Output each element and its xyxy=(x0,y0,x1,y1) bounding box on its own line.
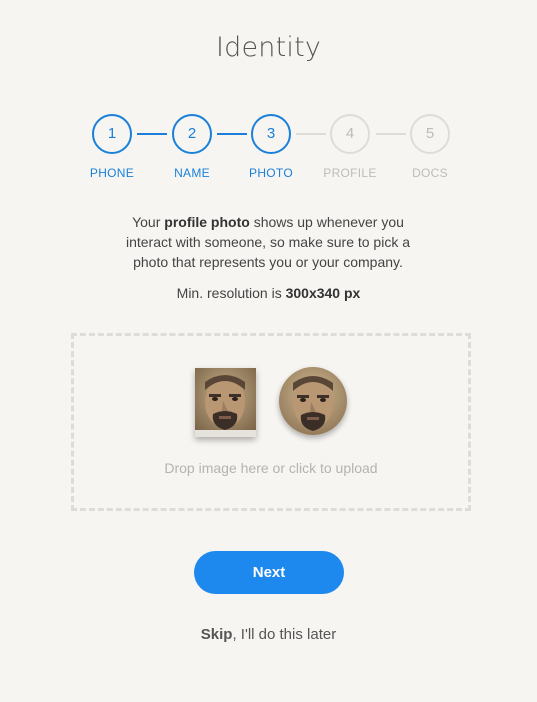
min-resolution-note: Min. resolution is 300x340 px xyxy=(0,285,537,301)
step-label: PHOTO xyxy=(249,166,293,180)
step-number: 1 xyxy=(92,114,132,154)
step-label: NAME xyxy=(174,166,210,180)
skip-link-row: Skip, I'll do this later xyxy=(0,626,537,643)
progress-stepper: 1 PHONE 2 NAME 3 PHOTO 4 PROFILE 5 DOCS xyxy=(0,114,537,184)
portrait-image xyxy=(279,367,347,435)
portrait-image xyxy=(195,368,256,437)
dropzone-text: Drop image here or click to upload xyxy=(164,460,378,476)
step-number: 5 xyxy=(410,114,450,154)
step-name[interactable]: 2 NAME xyxy=(152,114,232,180)
photo-preview-square xyxy=(195,368,256,437)
page-title: Identity xyxy=(215,32,322,63)
step-number: 3 xyxy=(251,114,291,154)
step-label: PHONE xyxy=(89,166,135,180)
description-bold: profile photo xyxy=(164,214,250,230)
next-button[interactable]: Next xyxy=(194,551,344,594)
skip-link[interactable]: Skip xyxy=(201,626,233,643)
skip-text: , I'll do this later xyxy=(232,626,337,643)
min-resolution-prefix: Min. resolution is xyxy=(176,285,286,301)
step-number: 2 xyxy=(172,114,212,154)
step-phone[interactable]: 1 PHONE xyxy=(72,114,152,180)
min-resolution-value: 300x340 px xyxy=(285,285,361,301)
step-profile: 4 PROFILE xyxy=(310,114,390,180)
photo-dropzone[interactable]: Drop image here or click to upload xyxy=(71,333,471,511)
step-label: DOCS xyxy=(412,166,448,180)
photo-preview-circle xyxy=(279,367,347,435)
step-number: 4 xyxy=(330,114,370,154)
description-prefix: Your xyxy=(132,214,165,230)
step-docs: 5 DOCS xyxy=(390,114,470,180)
step-photo[interactable]: 3 PHOTO xyxy=(231,114,311,180)
photo-description: Your profile photo shows up whenever you… xyxy=(118,212,418,272)
step-label: PROFILE xyxy=(323,166,377,180)
